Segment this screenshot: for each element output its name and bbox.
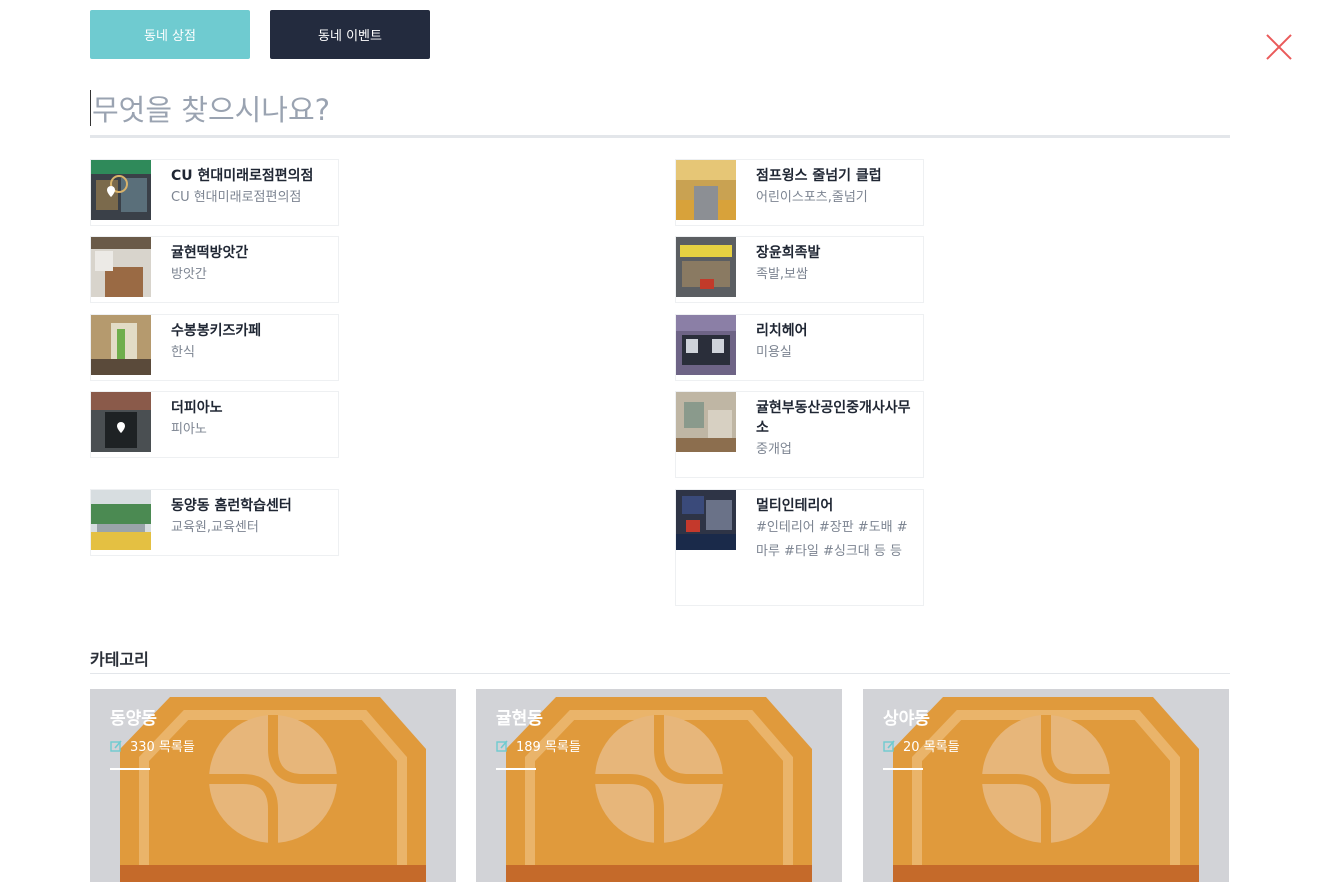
store-category: 중개업 <box>756 442 792 457</box>
category-card[interactable]: 동양동 330 목록들 <box>90 689 456 882</box>
category-heading: 카테고리 <box>90 650 149 669</box>
result-card[interactable]: 동양동 홈런학습센터 교육원,교육센터 <box>90 489 339 556</box>
store-category: 방앗간 <box>171 267 207 282</box>
store-name: 귤현부동산공인중개사사무소 <box>756 400 911 436</box>
store-name: 동양동 홈런학습센터 <box>171 498 292 514</box>
category-count-label: 20 목록들 <box>903 740 960 755</box>
store-category: 피아노 <box>171 422 207 437</box>
category-underline <box>110 768 150 770</box>
edit-icon <box>496 739 508 752</box>
category-card[interactable]: 귤현동 189 목록들 <box>476 689 842 882</box>
tab-local-events[interactable]: 동네 이벤트 <box>270 10 430 59</box>
edit-icon <box>110 739 122 752</box>
tab-bar: 동네 상점 동네 이벤트 <box>90 10 430 59</box>
category-card[interactable]: 상야동 20 목록들 <box>863 689 1229 882</box>
result-card[interactable]: CU 현대미래로점편의점 CU 현대미래로점편의점 <box>90 159 339 226</box>
store-photo <box>676 315 736 375</box>
store-photo <box>676 392 736 452</box>
store-name: 수봉봉키즈카페 <box>171 323 262 339</box>
store-photo <box>676 237 736 297</box>
result-card[interactable]: 귤현부동산공인중개사사무소 중개업 <box>675 391 924 478</box>
store-name: CU 현대미래로점편의점 <box>171 168 314 184</box>
category-count-label: 330 목록들 <box>130 740 195 755</box>
category-count: 20 목록들 <box>883 736 960 755</box>
store-photo <box>676 160 736 220</box>
category-underline <box>496 768 536 770</box>
tab-local-stores[interactable]: 동네 상점 <box>90 10 250 59</box>
category-name: 동양동 <box>110 709 157 729</box>
category-name: 귤현동 <box>496 709 543 729</box>
result-card[interactable]: 점프윙스 줄넘기 클럽 어린이스포츠,줄넘기 <box>675 159 924 226</box>
category-underline <box>883 768 923 770</box>
store-photo <box>91 490 151 550</box>
result-card[interactable]: 멀티인테리어 #인테리어 #장판 #도배 #마루 #타일 #싱크대 등 등 <box>675 489 924 606</box>
store-category: 한식 <box>171 345 195 360</box>
store-photo <box>91 315 151 375</box>
search-input[interactable] <box>90 84 1230 138</box>
store-category: 어린이스포츠,줄넘기 <box>756 190 868 205</box>
result-card[interactable]: 수봉봉키즈카페 한식 <box>90 314 339 381</box>
store-category: #인테리어 #장판 #도배 #마루 #타일 #싱크대 등 등 <box>756 520 908 559</box>
category-name: 상야동 <box>883 709 930 729</box>
store-photo <box>91 160 151 220</box>
store-name: 장윤희족발 <box>756 245 821 261</box>
result-card[interactable]: 더피아노 피아노 <box>90 391 339 458</box>
store-photo <box>91 237 151 297</box>
close-icon[interactable] <box>1262 30 1296 64</box>
store-name: 점프윙스 줄넘기 클럽 <box>756 168 882 184</box>
result-card[interactable]: 귤현떡방앗간 방앗간 <box>90 236 339 303</box>
edit-icon <box>883 739 895 752</box>
divider <box>90 673 1230 674</box>
category-count: 189 목록들 <box>496 736 581 755</box>
store-category: CU 현대미래로점편의점 <box>171 190 302 205</box>
store-category: 미용실 <box>756 345 792 360</box>
store-photo <box>91 392 151 452</box>
category-count-label: 189 목록들 <box>516 740 581 755</box>
store-name: 리치헤어 <box>756 323 808 339</box>
category-count: 330 목록들 <box>110 736 195 755</box>
store-name: 멀티인테리어 <box>756 498 834 514</box>
text-caret <box>90 90 91 126</box>
store-name: 더피아노 <box>171 400 223 416</box>
store-category: 족발,보쌈 <box>756 267 808 282</box>
store-category: 교육원,교육센터 <box>171 520 259 535</box>
store-photo <box>676 490 736 550</box>
result-card[interactable]: 리치헤어 미용실 <box>675 314 924 381</box>
store-name: 귤현떡방앗간 <box>171 245 249 261</box>
result-card[interactable]: 장윤희족발 족발,보쌈 <box>675 236 924 303</box>
